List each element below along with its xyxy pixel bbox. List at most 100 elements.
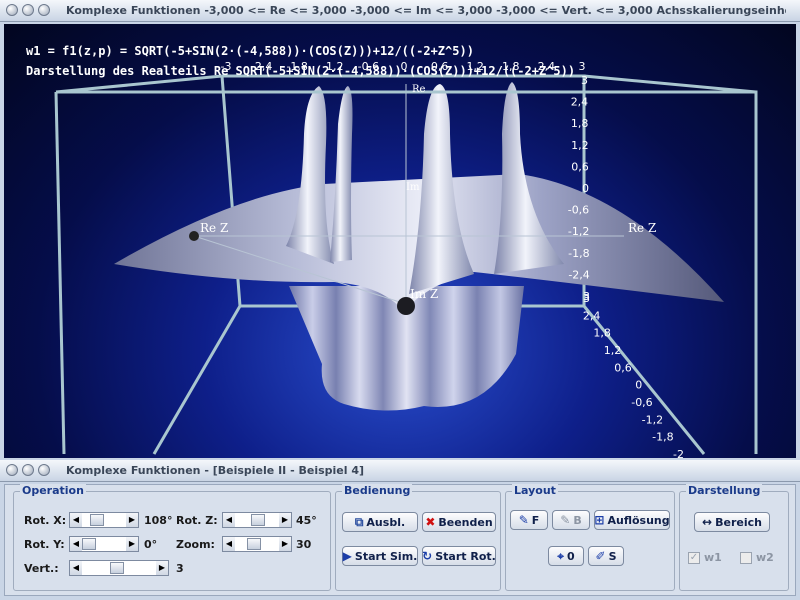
arrow-right-icon[interactable]: ▶ bbox=[279, 537, 291, 551]
rot-y-slider[interactable]: ◀ ▶ bbox=[69, 536, 139, 552]
w2-checkbox[interactable] bbox=[740, 552, 752, 564]
arrow-right-icon[interactable]: ▶ bbox=[126, 537, 138, 551]
rot-x-label: Rot. X: bbox=[24, 514, 67, 527]
slider-thumb[interactable] bbox=[82, 538, 96, 550]
crosshair-icon: ⌖ bbox=[557, 549, 565, 563]
grid-resolution-icon: ⊞ bbox=[594, 513, 605, 527]
formula-line-1: w1 = f1(z,p) = SQRT(-5+SIN(2·(-4,588))·(… bbox=[26, 44, 474, 58]
arrow-right-icon[interactable]: ▶ bbox=[126, 513, 138, 527]
reset-origin-button[interactable]: ⌖ 0 bbox=[548, 546, 584, 566]
tick-label: 2,4 bbox=[583, 309, 601, 322]
beenden-button[interactable]: ✖ Beenden bbox=[422, 512, 496, 532]
axis-label-re-right: Re Z bbox=[628, 221, 656, 235]
w2-label: w2 bbox=[756, 551, 774, 564]
arrow-left-icon[interactable]: ◀ bbox=[223, 537, 235, 551]
rot-y-label: Rot. Y: bbox=[24, 538, 65, 551]
vert-slider[interactable]: ◀ ▶ bbox=[69, 560, 169, 576]
tick-label: -1,8 bbox=[568, 247, 589, 260]
formula-line-2: Darstellung des Realteils Re SQRT(-5+SIN… bbox=[26, 64, 576, 78]
tick-label: -0,6 bbox=[631, 396, 652, 409]
tick-label: 0 bbox=[635, 379, 642, 392]
group-operation: Operation Rot. X: ◀ ▶ 108° Rot. Y: ◀ ▶ 0… bbox=[13, 484, 331, 591]
tick-label: -2 bbox=[673, 448, 684, 458]
rot-x-slider[interactable]: ◀ ▶ bbox=[69, 512, 139, 528]
rot-y-value: 0° bbox=[144, 538, 158, 551]
control-panel: Operation Rot. X: ◀ ▶ 108° Rot. Y: ◀ ▶ 0… bbox=[4, 484, 796, 596]
maximize-icon[interactable] bbox=[38, 464, 50, 476]
axis-origin-left bbox=[189, 231, 199, 241]
range-icon: ↔ bbox=[702, 515, 713, 529]
tick-label: -1,2 bbox=[568, 225, 589, 238]
tick-label: 0 bbox=[582, 182, 589, 195]
tick-label: 2,4 bbox=[571, 96, 589, 109]
vert-label: Vert.: bbox=[24, 562, 59, 575]
slider-thumb[interactable] bbox=[90, 514, 104, 526]
f-button[interactable]: ✎ F bbox=[510, 510, 548, 530]
group-bedienung: Bedienung ⧉ Ausbl. ✖ Beenden ▶ Start Sim… bbox=[335, 484, 501, 591]
arrow-left-icon[interactable]: ◀ bbox=[70, 537, 82, 551]
close-x-icon: ✖ bbox=[425, 515, 436, 529]
right-lower-tick-labels: 3 2,4 1,8 1,2 0,60 -0,6 -1,2 -1,8-2 bbox=[583, 292, 684, 458]
tick-label: 3 bbox=[581, 74, 588, 87]
zoom-slider[interactable]: ◀ ▶ bbox=[222, 536, 292, 552]
w1-label: w1 bbox=[704, 551, 722, 564]
slider-thumb[interactable] bbox=[110, 562, 124, 574]
axis-label-re-left: Re Z bbox=[200, 221, 228, 235]
tick-label: 3 bbox=[583, 292, 590, 305]
arrow-right-icon[interactable]: ▶ bbox=[279, 513, 291, 527]
group-title-darstellung: Darstellung bbox=[686, 484, 763, 497]
tick-label: -1,2 bbox=[642, 413, 663, 426]
ausbl-button[interactable]: ⧉ Ausbl. bbox=[342, 512, 418, 532]
minimize-icon[interactable] bbox=[22, 4, 34, 16]
tick-label: 3 bbox=[579, 60, 586, 73]
tick-label: 1,2 bbox=[604, 344, 622, 357]
rot-z-slider[interactable]: ◀ ▶ bbox=[222, 512, 292, 528]
arrow-left-icon[interactable]: ◀ bbox=[223, 513, 235, 527]
control-title-bar[interactable]: Komplexe Funktionen - [Beispiele II - Be… bbox=[0, 460, 800, 482]
tick-label: -1,8 bbox=[652, 431, 673, 444]
s-button[interactable]: ✐ S bbox=[588, 546, 624, 566]
group-title-operation: Operation bbox=[20, 484, 86, 497]
brush-icon: ✎ bbox=[560, 513, 571, 527]
main-title-bar[interactable]: Komplexe Funktionen -3,000 <= Re <= 3,00… bbox=[0, 0, 800, 22]
arrow-right-icon[interactable]: ▶ bbox=[156, 561, 168, 575]
tick-label: -2,4 bbox=[568, 268, 589, 281]
close-icon[interactable] bbox=[6, 464, 18, 476]
start-rot-button[interactable]: ↻ Start Rot. bbox=[422, 546, 496, 566]
tick-label: 0,6 bbox=[614, 361, 632, 374]
surface-spike-1 bbox=[286, 86, 334, 264]
w1-checkbox[interactable]: ✓ bbox=[688, 552, 700, 564]
minimize-icon[interactable] bbox=[22, 464, 34, 476]
group-layout: Layout ✎ F ✎ B ⊞ Auflösung ⌖ 0 ✐ S bbox=[505, 484, 675, 591]
zoom-label: Zoom: bbox=[176, 538, 215, 551]
slider-thumb[interactable] bbox=[247, 538, 261, 550]
main-window-title: Komplexe Funktionen -3,000 <= Re <= 3,00… bbox=[66, 4, 786, 17]
control-window-title: Komplexe Funktionen - [Beispiele II - Be… bbox=[66, 464, 365, 477]
group-title-bedienung: Bedienung bbox=[342, 484, 413, 497]
axis-label-im-top: Im bbox=[406, 182, 420, 193]
bereich-button[interactable]: ↔ Bereich bbox=[694, 512, 770, 532]
group-title-layout: Layout bbox=[512, 484, 558, 497]
maximize-icon[interactable] bbox=[38, 4, 50, 16]
brush-icon: ✎ bbox=[518, 513, 529, 527]
start-sim-button[interactable]: ▶ Start Sim. bbox=[342, 546, 418, 566]
zoom-value: 30 bbox=[296, 538, 312, 551]
paint-icon: ✐ bbox=[595, 549, 606, 563]
rot-x-value: 108° bbox=[144, 514, 173, 527]
tick-label: 1,2 bbox=[571, 139, 589, 152]
axis-label-im-bottom: Im Z bbox=[410, 287, 438, 301]
plot-canvas[interactable]: Re Z Re Z Im Im Z Re -3 -2,4 -1,8 -1,2 -0,6 0… bbox=[4, 24, 796, 458]
arrow-left-icon[interactable]: ◀ bbox=[70, 561, 82, 575]
arrow-left-icon[interactable]: ◀ bbox=[70, 513, 82, 527]
slider-thumb[interactable] bbox=[251, 514, 265, 526]
close-icon[interactable] bbox=[6, 4, 18, 16]
vert-value: 3 bbox=[176, 562, 184, 575]
axis-label-re-top: Re bbox=[412, 84, 426, 95]
group-darstellung: Darstellung ↔ Bereich ✓ w1 w2 bbox=[679, 484, 789, 591]
play-icon: ▶ bbox=[342, 549, 352, 563]
tick-label: 1,8 bbox=[593, 327, 611, 340]
b-button[interactable]: ✎ B bbox=[552, 510, 590, 530]
tick-label: -0,6 bbox=[568, 204, 589, 217]
aufloesung-button[interactable]: ⊞ Auflösung bbox=[594, 510, 670, 530]
tick-label: 0,6 bbox=[571, 160, 589, 173]
